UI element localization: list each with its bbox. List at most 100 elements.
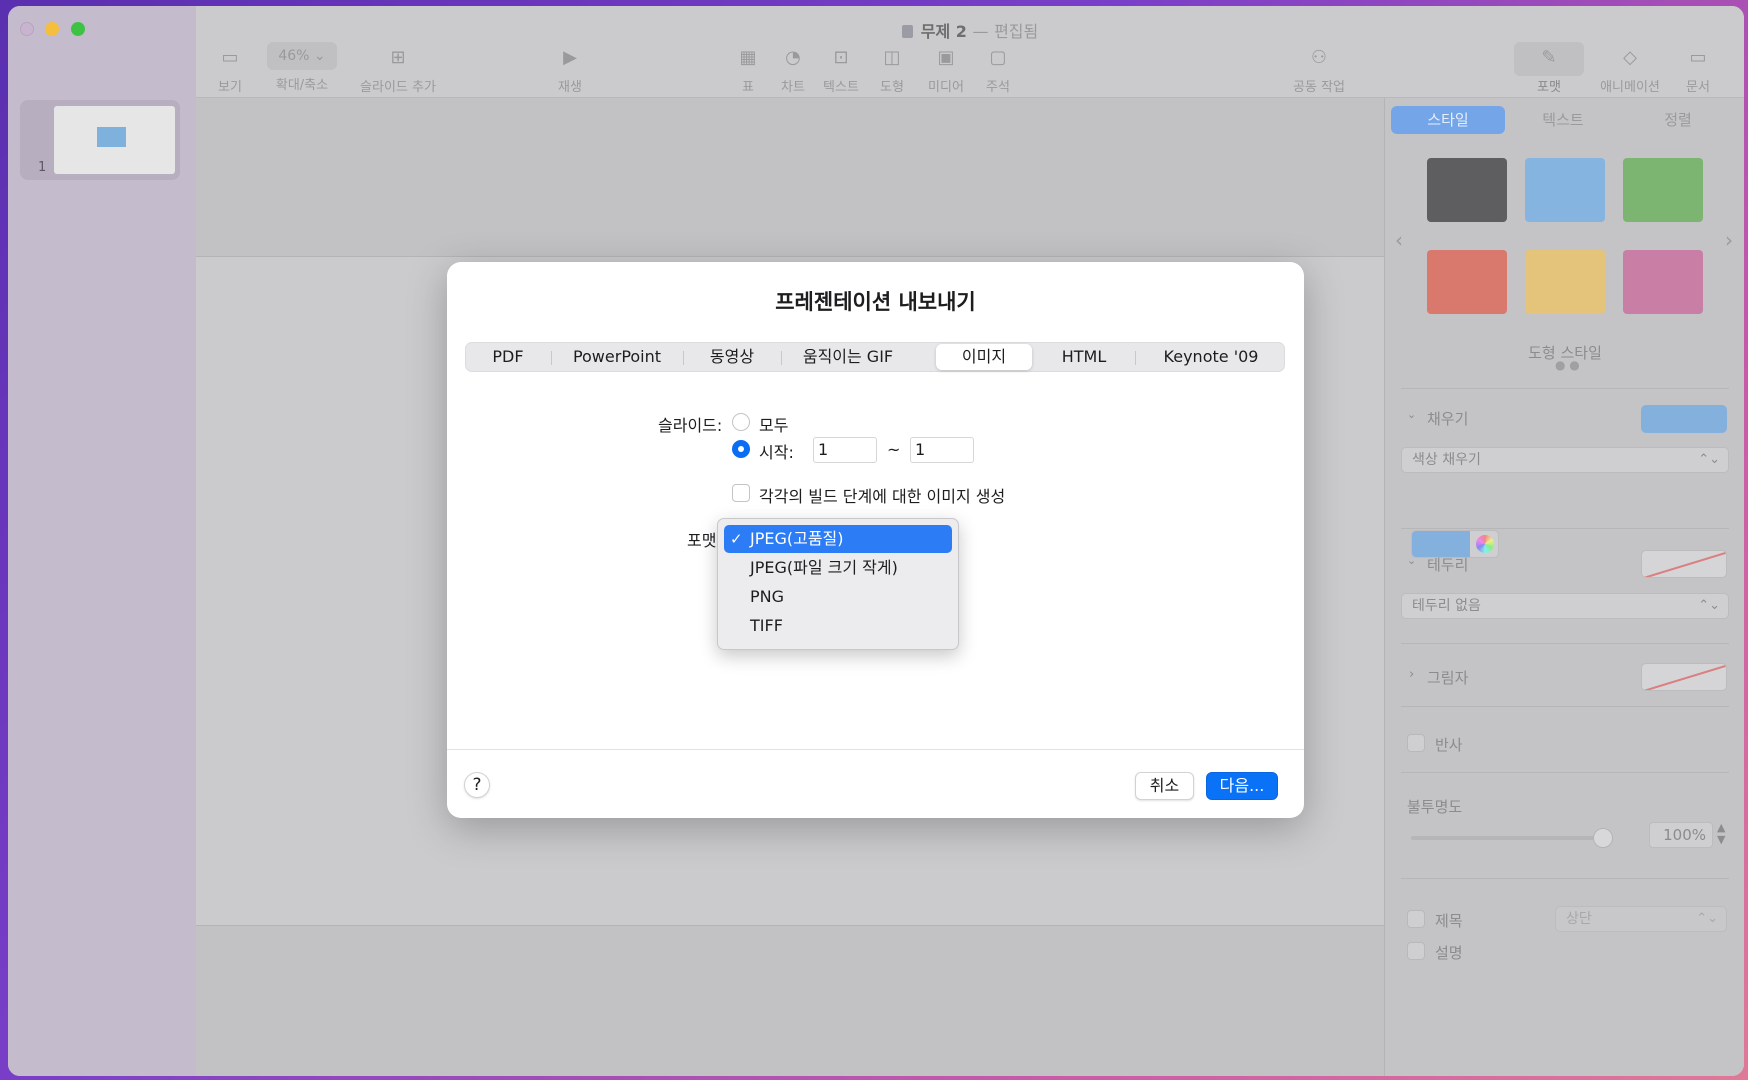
tab-html[interactable]: HTML: [1034, 343, 1134, 371]
footer-divider: [447, 749, 1304, 750]
title-position-select[interactable]: 상단 ⌃⌄: [1555, 906, 1727, 932]
title-checkbox[interactable]: [1407, 910, 1425, 928]
opacity-slider-knob[interactable]: [1593, 828, 1613, 848]
format-option-png[interactable]: PNG: [724, 583, 952, 611]
tab-arrange[interactable]: 정렬: [1621, 106, 1735, 134]
format-button[interactable]: ✎ 포맷: [1518, 47, 1580, 96]
format-inspector: 스타일 텍스트 정렬 ‹ › 도형 스타일 ● ● ⌄ 채우기 색상 채우기 ⌃⌄…: [1384, 98, 1744, 1076]
from-slide-field[interactable]: 1: [813, 437, 877, 463]
fill-color-swatch[interactable]: [1641, 405, 1727, 433]
collaborate-icon: ⚇: [1310, 47, 1328, 68]
cancel-button[interactable]: 취소: [1135, 772, 1194, 800]
zoom-select[interactable]: 46% ⌄: [267, 42, 337, 70]
comment-button[interactable]: ▢ 주석: [978, 47, 1018, 96]
add-slide-icon: ⊞: [390, 47, 406, 68]
opacity-label: 불투명도: [1407, 798, 1463, 816]
divider: [1401, 772, 1729, 773]
chevron-left-icon[interactable]: ‹: [1395, 228, 1403, 252]
opacity-stepper[interactable]: ▲ ▼: [1717, 822, 1725, 846]
slide-thumbnail-shape: [97, 127, 126, 147]
zoom-control[interactable]: 46% ⌄ 확대/축소: [256, 42, 348, 93]
edited-status: 편집됨: [994, 22, 1039, 41]
divider: [1401, 528, 1729, 529]
chevron-right-icon[interactable]: ›: [1725, 228, 1733, 252]
shape-style-swatch[interactable]: [1623, 250, 1703, 314]
caption-checkbox[interactable]: [1407, 942, 1425, 960]
reflection-checkbox[interactable]: [1407, 734, 1425, 752]
tab-keynote-09[interactable]: Keynote '09: [1136, 343, 1286, 371]
media-icon: ▣: [937, 47, 955, 68]
tab-animated-gif[interactable]: 움직이는 GIF: [782, 343, 914, 371]
format-dropdown-menu: ✓ JPEG(고품질) JPEG(파일 크기 작게) PNG TIFF: [717, 518, 959, 650]
shape-style-swatch[interactable]: [1623, 158, 1703, 222]
radio-from-label: 시작:: [759, 443, 794, 462]
tab-pdf[interactable]: PDF: [466, 343, 550, 371]
animate-icon: ◇: [1623, 47, 1637, 68]
shadow-label: 그림자: [1427, 669, 1469, 687]
chevron-right-icon[interactable]: ›: [1409, 667, 1414, 682]
build-stages-checkbox[interactable]: [732, 484, 750, 502]
fill-type-select[interactable]: 색상 채우기 ⌃⌄: [1401, 447, 1729, 473]
page-dots: ● ●: [1555, 358, 1580, 372]
close-window-button[interactable]: [20, 22, 34, 36]
tab-images[interactable]: 이미지: [936, 344, 1032, 370]
view-button[interactable]: ▭ 보기: [208, 48, 252, 96]
collaborate-button[interactable]: ⚇ 공동 작업: [1284, 47, 1354, 96]
shadow-style-swatch[interactable]: [1641, 663, 1727, 691]
window-title: 무제 2 — 편집됨: [196, 18, 1744, 42]
play-button[interactable]: ▶ 재생: [550, 47, 590, 96]
export-dialog: 프레젠테이션 내보내기 PDF PowerPoint 동영상 움직이는 GIF …: [447, 262, 1304, 818]
reflection-label: 반사: [1435, 736, 1463, 754]
play-icon: ▶: [563, 47, 577, 68]
border-type-select[interactable]: 테두리 없음 ⌃⌄: [1401, 593, 1729, 619]
format-label: 포맷: [687, 531, 717, 550]
help-button[interactable]: ?: [464, 772, 490, 798]
format-option-jpeg-small[interactable]: JPEG(파일 크기 작게): [724, 554, 952, 582]
shape-style-swatch[interactable]: [1427, 250, 1507, 314]
chart-icon: ◔: [785, 47, 801, 68]
shape-button[interactable]: ◫ 도형: [872, 47, 912, 96]
tab-style[interactable]: 스타일: [1391, 106, 1505, 134]
build-stages-label: 각각의 빌드 단계에 대한 이미지 생성: [759, 487, 1006, 506]
text-button[interactable]: ⊡ 텍스트: [814, 48, 868, 96]
radio-from[interactable]: [732, 440, 750, 458]
tab-powerpoint[interactable]: PowerPoint: [552, 343, 682, 371]
border-style-swatch[interactable]: [1641, 550, 1727, 578]
updown-icon: ⌃⌄: [1698, 598, 1720, 613]
paintbrush-icon: ✎: [1541, 47, 1557, 68]
divider: [1401, 643, 1729, 644]
format-option-tiff[interactable]: TIFF: [724, 612, 952, 640]
animate-button[interactable]: ◇ 애니메이션: [1590, 47, 1670, 96]
next-button[interactable]: 다음...: [1206, 772, 1278, 800]
updown-icon: ⌃⌄: [1696, 911, 1718, 926]
divider: [1401, 706, 1729, 707]
document-button[interactable]: ▭ 문서: [1678, 48, 1718, 96]
color-wheel-icon[interactable]: [1476, 535, 1494, 553]
checkmark-icon: ✓: [730, 530, 743, 548]
opacity-slider-track[interactable]: [1411, 836, 1601, 840]
tab-text[interactable]: 텍스트: [1505, 106, 1621, 134]
minimize-window-button[interactable]: [45, 22, 59, 36]
shape-icon: ◫: [883, 47, 901, 68]
chevron-down-icon[interactable]: ⌄: [1407, 408, 1416, 421]
format-option-jpeg-high[interactable]: ✓ JPEG(고품질): [724, 525, 952, 553]
title-label: 제목: [1435, 912, 1463, 930]
to-slide-field[interactable]: 1: [910, 437, 974, 463]
radio-all[interactable]: [732, 413, 750, 431]
table-button[interactable]: ▦ 표: [730, 48, 766, 96]
radio-all-label: 모두: [759, 416, 789, 435]
shape-style-swatch[interactable]: [1525, 158, 1605, 222]
chart-button[interactable]: ◔ 차트: [772, 47, 814, 96]
shape-style-swatch[interactable]: [1525, 250, 1605, 314]
media-button[interactable]: ▣ 미디어: [918, 47, 974, 96]
divider: [1401, 878, 1729, 879]
zoom-window-button[interactable]: [71, 22, 85, 36]
border-label: 테두리: [1427, 556, 1469, 574]
tab-movie[interactable]: 동영상: [684, 343, 780, 371]
shape-style-swatch[interactable]: [1427, 158, 1507, 222]
comment-icon: ▢: [989, 47, 1007, 68]
opacity-field[interactable]: 100%: [1649, 822, 1713, 848]
chevron-down-icon[interactable]: ⌄: [1407, 554, 1416, 567]
add-slide-button[interactable]: ⊞ 슬라이드 추가: [348, 47, 448, 96]
fill-label: 채우기: [1427, 410, 1469, 428]
